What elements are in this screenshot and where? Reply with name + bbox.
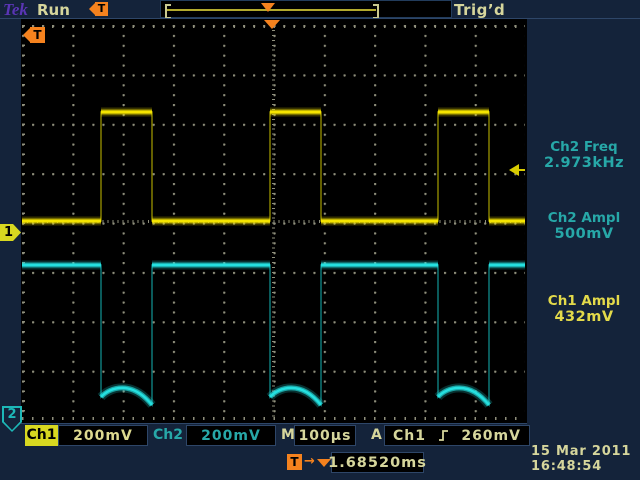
- trigger-t-icon: T: [287, 454, 302, 470]
- ch2-ground-marker: 2: [2, 406, 22, 432]
- trigger-level-arrow-icon: [509, 164, 525, 176]
- ch1-trace-edges: [22, 112, 525, 221]
- trigger-time-value: 1.68520ms: [331, 452, 424, 473]
- measurement-value: 432mV: [528, 309, 640, 325]
- ch2-channel-label: Ch2: [153, 427, 183, 443]
- ch1-trace: [22, 112, 525, 221]
- ch2-volts-per-div: 200mV: [186, 425, 276, 446]
- t-letter: T: [30, 27, 45, 43]
- measurement-ch2-ampl: Ch2 Ampl 500mV: [528, 210, 640, 242]
- rising-edge-icon: [438, 429, 449, 442]
- ch1-trace-glow: [22, 112, 525, 221]
- ch2-trace-edges: [22, 265, 525, 405]
- trigger-time-marker-icon: T: [23, 27, 45, 43]
- trigger-settings-box: Ch1 260mV: [384, 425, 530, 446]
- graticule-area: [21, 19, 527, 424]
- ch2-trace-glow: [22, 265, 525, 405]
- arrow-tail: [519, 169, 525, 171]
- time-text: 16:48:54: [531, 459, 639, 474]
- measurement-ch1-ampl: Ch1 Ampl 432mV: [528, 293, 640, 325]
- ch1-channel-badge: Ch1: [25, 425, 58, 446]
- right-arrow-icon: →: [304, 454, 315, 469]
- measurement-value: 500mV: [528, 226, 640, 242]
- ch1-trace-fuzz: [22, 112, 525, 221]
- flag-number: 2: [2, 407, 22, 422]
- trigger-level-value: 260mV: [461, 428, 521, 444]
- oscilloscope-screen: Tek Run T Trig’d: [0, 0, 640, 480]
- trigger-state: Trig’d: [454, 1, 505, 19]
- time-per-div: 100µs: [294, 425, 356, 446]
- date-text: 15 Mar 2011: [531, 444, 639, 459]
- trigger-position-triangle-icon: [261, 3, 275, 12]
- waveform-plot: [22, 25, 525, 420]
- measurement-ch2-freq: Ch2 Freq 2.973kHz: [528, 139, 640, 171]
- bracket-left-icon: [165, 4, 171, 19]
- record-view-bar: [160, 0, 452, 18]
- ch2-trace-fuzz: [22, 265, 525, 405]
- ch1-ground-marker: 1: [0, 224, 21, 241]
- t-letter: T: [95, 2, 108, 16]
- ch1-volts-per-div: 200mV: [58, 425, 148, 446]
- measurement-value: 2.973kHz: [528, 155, 640, 171]
- ch2-trace: [22, 265, 525, 405]
- left-arrow-icon: [509, 164, 519, 176]
- top-status-bar: Tek Run T Trig’d: [0, 0, 640, 18]
- measurement-label: Ch1 Ampl: [528, 293, 640, 309]
- tek-logo: Tek: [3, 0, 28, 20]
- trigger-source: Ch1: [393, 428, 426, 444]
- trigger-position-icon: T: [89, 2, 108, 16]
- measurement-label: Ch2 Ampl: [528, 210, 640, 226]
- left-arrow-icon: [23, 28, 30, 42]
- trigger-horizontal-position-icon: [264, 20, 280, 29]
- acquisition-status: Run: [37, 1, 70, 19]
- trigger-a-label: A: [371, 427, 382, 443]
- timebase-label: M: [281, 427, 295, 443]
- measurement-label: Ch2 Freq: [528, 139, 640, 155]
- bracket-right-icon: [373, 4, 379, 19]
- datetime-display: 15 Mar 2011 16:48:54: [531, 444, 639, 474]
